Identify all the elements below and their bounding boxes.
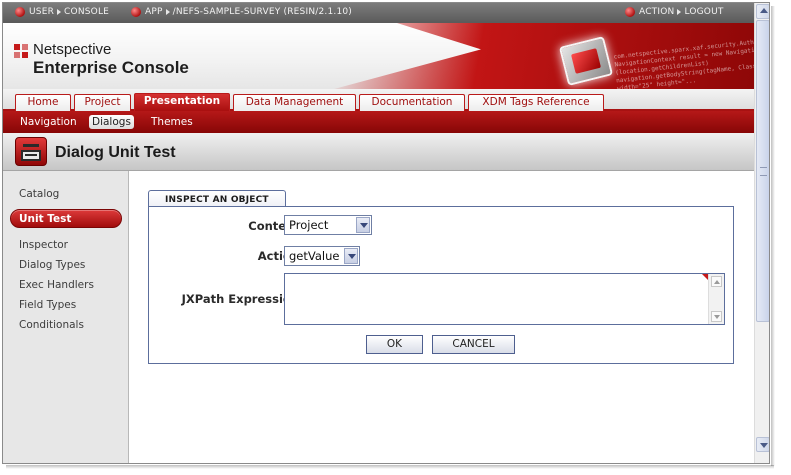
scroll-down-icon[interactable] <box>711 311 722 322</box>
app-indicator: APP /NEFS-SAMPLE-SURVEY (RESIN/2.1.10) <box>131 7 352 17</box>
subnav-navigation[interactable]: Navigation <box>17 115 80 129</box>
sidebar-item-unit-test[interactable]: Unit Test <box>10 209 122 228</box>
app-bullet-icon <box>131 7 141 17</box>
sub-navigation: Navigation Dialogs Themes <box>3 111 754 133</box>
arrow-right-icon <box>677 9 682 15</box>
tab-documentation[interactable]: Documentation <box>359 94 465 111</box>
top-status-bar: USER CONSOLE APP /NEFS-SAMPLE-SURVEY (RE… <box>3 3 754 23</box>
app-label: APP <box>145 7 163 17</box>
textarea-scrollbar[interactable] <box>708 274 724 324</box>
chevron-down-icon[interactable] <box>344 248 358 264</box>
context-select-value: Project <box>289 218 329 232</box>
browser-viewport: USER CONSOLE APP /NEFS-SAMPLE-SURVEY (RE… <box>2 2 770 464</box>
page-title: Dialog Unit Test <box>55 144 176 161</box>
app-value[interactable]: /NEFS-SAMPLE-SURVEY (RESIN/2.1.10) <box>173 7 352 17</box>
scroll-up-icon[interactable] <box>756 4 769 19</box>
sidebar-item-exec-handlers[interactable]: Exec Handlers <box>19 279 94 291</box>
sidebar-item-catalog[interactable]: Catalog <box>19 188 59 200</box>
tab-home[interactable]: Home <box>15 94 71 111</box>
scrollbar-thumb[interactable] <box>756 20 769 322</box>
main-tabs: Home Project Presentation Data Managemen… <box>3 89 754 111</box>
page-scrollbar[interactable] <box>754 3 769 463</box>
window-shadow <box>6 465 774 469</box>
sidebar: Catalog Unit Test Inspector Dialog Types… <box>3 171 129 463</box>
action-bullet-icon <box>625 7 635 17</box>
user-bullet-icon <box>15 7 25 17</box>
window-shadow <box>771 6 775 466</box>
tab-presentation[interactable]: Presentation <box>134 93 230 111</box>
tab-data-management[interactable]: Data Management <box>233 94 356 111</box>
cancel-button[interactable]: CANCEL <box>432 335 515 354</box>
subnav-dialogs[interactable]: Dialogs <box>89 115 134 129</box>
panel-title: INSPECT AN OBJECT <box>148 190 286 207</box>
sidebar-item-field-types[interactable]: Field Types <box>19 299 76 311</box>
ok-button[interactable]: OK <box>366 335 423 354</box>
context-select[interactable]: Project <box>284 215 372 235</box>
netspective-logo-icon <box>14 44 28 58</box>
subnav-themes[interactable]: Themes <box>148 115 196 129</box>
action-label: ACTION <box>639 7 675 17</box>
scroll-down-icon[interactable] <box>756 437 769 452</box>
arrow-right-icon <box>165 9 170 15</box>
user-indicator: USER CONSOLE <box>15 7 109 17</box>
sidebar-item-conditionals[interactable]: Conditionals <box>19 319 84 331</box>
sidebar-item-inspector[interactable]: Inspector <box>19 239 68 251</box>
sidebar-item-dialog-types[interactable]: Dialog Types <box>19 259 85 271</box>
tab-xdm-tags-reference[interactable]: XDM Tags Reference <box>468 94 604 111</box>
scroll-up-icon[interactable] <box>711 276 722 287</box>
brand-name: Netspective <box>33 41 112 58</box>
chevron-down-icon[interactable] <box>356 217 370 233</box>
jxpath-expression-input[interactable] <box>284 273 725 325</box>
page-title-bar: Dialog Unit Test <box>3 133 754 171</box>
logout-link[interactable]: LOGOUT <box>684 7 723 17</box>
action-select[interactable]: getValue <box>284 246 360 266</box>
action-indicator: ACTION LOGOUT <box>625 7 724 17</box>
tab-project[interactable]: Project <box>74 94 131 111</box>
arrow-right-icon <box>57 9 62 15</box>
action-select-value: getValue <box>289 249 340 263</box>
app-header: Netspective Enterprise Console com.netsp… <box>3 23 754 89</box>
user-value[interactable]: CONSOLE <box>64 7 109 17</box>
dialog-icon <box>15 137 47 166</box>
brand-product: Enterprise Console <box>33 58 189 77</box>
user-label: USER <box>29 7 55 17</box>
